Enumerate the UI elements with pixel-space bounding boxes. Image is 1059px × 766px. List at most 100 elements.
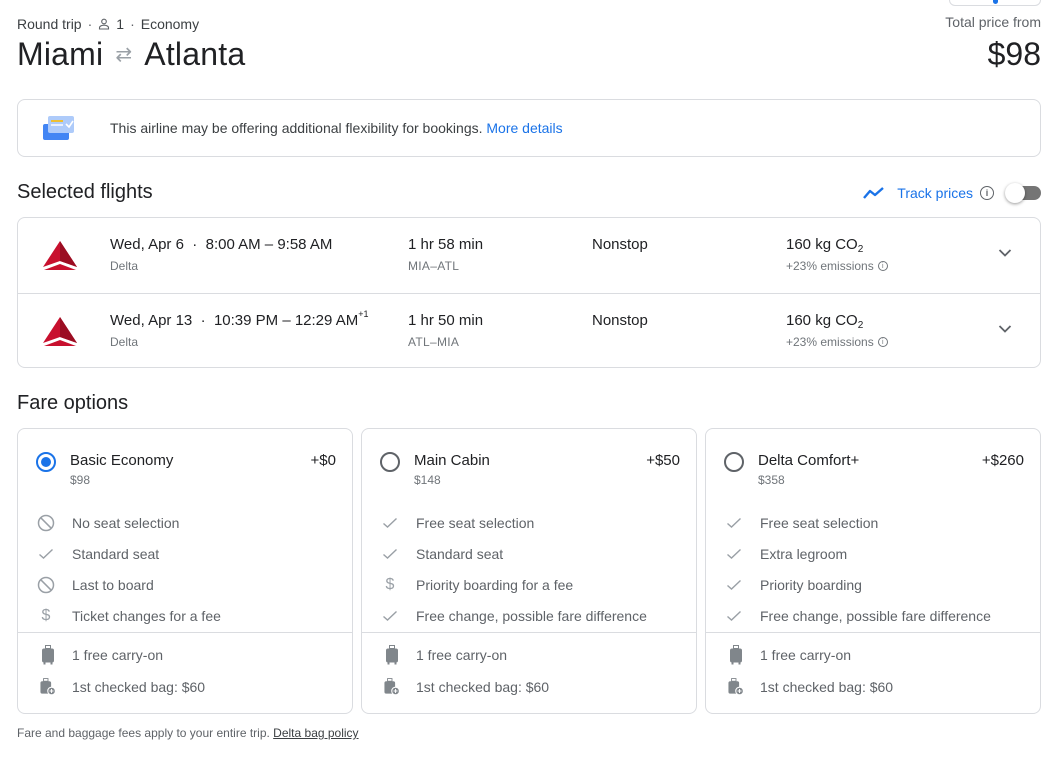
emissions-text: +23% emissions	[786, 259, 874, 273]
fare-options-title: Fare options	[17, 392, 129, 414]
flight-duration: 1 hr 50 min	[408, 312, 484, 329]
check-icon	[380, 610, 400, 622]
separator: ·	[87, 16, 93, 32]
total-price-block: Total price from $98	[945, 14, 1041, 73]
fare-radio-button[interactable]	[380, 452, 400, 472]
fare-name: Delta Comfort+	[758, 452, 860, 469]
fare-feature: Free change, possible fare difference	[724, 600, 991, 631]
route-title: Miami ⇄ Atlanta	[17, 36, 1041, 73]
fare-feature-text: Priority boarding	[760, 576, 862, 593]
flight-time: Wed, Apr 13 · 10:39 PM – 12:29 AM+1	[110, 309, 369, 329]
co2-subscript: 2	[857, 320, 864, 331]
fare-feature-text: Priority boarding for a fee	[416, 576, 574, 593]
track-prices-label[interactable]: Track prices	[897, 185, 973, 201]
flexibility-notice: This airline may be offering additional …	[17, 99, 1041, 157]
checked-bag-icon	[40, 677, 56, 697]
track-prices: Track prices i	[863, 182, 1041, 204]
fare-feature-text: Free seat selection	[760, 514, 879, 531]
trip-meta: Round trip · 1 · Economy	[17, 14, 1041, 34]
fare-feature-text: Extra legroom	[760, 545, 848, 562]
emissions-text: +23% emissions	[786, 335, 874, 349]
fare-feature-text: Free change, possible fare difference	[416, 607, 647, 624]
fare-feature-text: No seat selection	[72, 514, 180, 531]
trip-type: Round trip	[17, 16, 82, 32]
person-icon	[99, 18, 110, 30]
fare-price: $98	[70, 473, 91, 487]
fare-price: $148	[414, 473, 441, 487]
fare-radio-button[interactable]	[724, 452, 744, 472]
chevron-down-icon[interactable]	[998, 248, 1012, 258]
delta-logo-icon	[43, 241, 77, 270]
no-icon	[36, 514, 56, 532]
carry-on-icon	[384, 645, 400, 665]
notice-text: This airline may be offering additional …	[110, 120, 563, 136]
flight-row-outbound[interactable]: Wed, Apr 6 · 8:00 AM – 9:58 AM Delta 1 h…	[18, 218, 1040, 293]
selected-flights-list: Wed, Apr 6 · 8:00 AM – 9:58 AM Delta 1 h…	[17, 217, 1041, 368]
fare-price-difference: +$260	[981, 452, 1024, 469]
fare-features: No seat selection Standard seat Last to bo…	[36, 507, 221, 631]
check-icon	[724, 548, 744, 560]
baggage-text: 1st checked bag: $60	[72, 679, 206, 695]
baggage-list: 1 free carry-on 1st checked bag: $60	[40, 639, 205, 703]
flight-route: ATL–MIA	[408, 335, 460, 349]
fare-card[interactable]: Delta Comfort+ $358 +$260 Free seat sele…	[705, 428, 1041, 714]
button-icon	[993, 0, 998, 4]
check-icon	[724, 517, 744, 529]
bag-policy-link[interactable]: Delta bag policy	[273, 726, 358, 740]
info-icon[interactable]: i	[877, 337, 888, 347]
dollar-icon: $	[385, 575, 395, 593]
carry-on-icon	[40, 645, 56, 665]
delta-logo-icon	[43, 317, 77, 346]
flight-times: 8:00 AM – 9:58 AM	[205, 236, 333, 253]
baggage-list: 1 free carry-on 1st checked bag: $60	[728, 639, 893, 703]
fare-feature: Priority boarding	[724, 569, 991, 600]
info-icon[interactable]: i	[877, 261, 888, 271]
dollar-icon: $	[41, 606, 51, 624]
baggage-item: 1st checked bag: $60	[40, 671, 205, 703]
more-details-link[interactable]: More details	[486, 120, 562, 136]
total-price-label: Total price from	[945, 14, 1041, 30]
check-icon	[724, 579, 744, 591]
total-price: $98	[987, 36, 1041, 72]
checked-bag-icon	[728, 677, 744, 697]
emissions-info: +23% emissions i	[786, 335, 888, 349]
check-icon	[380, 517, 400, 529]
track-prices-toggle[interactable]	[1005, 183, 1041, 203]
swap-arrows-icon: ⇄	[115, 44, 133, 66]
footer-note: Fare and baggage fees apply to your enti…	[17, 726, 359, 740]
airline: Delta	[110, 335, 139, 349]
co2-amount: 160 kg CO	[786, 312, 858, 329]
carry-on-icon	[728, 645, 744, 665]
flight-row-return[interactable]: Wed, Apr 13 · 10:39 PM – 12:29 AM+1 Delt…	[18, 293, 1040, 368]
fare-price: $358	[758, 473, 785, 487]
fare-card[interactable]: Basic Economy $98 +$0 No seat selection S…	[17, 428, 353, 714]
top-action-button[interactable]	[949, 0, 1041, 6]
selected-flights-title: Selected flights	[17, 181, 153, 203]
day-offset: +1	[358, 309, 369, 319]
baggage-item: 1 free carry-on	[728, 639, 893, 671]
fare-feature-text: Free seat selection	[416, 514, 535, 531]
co2-subscript: 2	[857, 244, 864, 255]
baggage-text: 1st checked bag: $60	[760, 679, 894, 695]
fare-feature-text: Standard seat	[72, 545, 160, 562]
toggle-knob	[1005, 183, 1025, 203]
chevron-down-icon[interactable]	[998, 324, 1012, 334]
fare-price-difference: +$0	[310, 452, 336, 469]
trending-icon	[863, 187, 885, 199]
info-icon[interactable]: i	[980, 186, 994, 200]
co2-value: 160 kg CO2	[786, 312, 864, 331]
fare-feature: Standard seat	[380, 538, 647, 569]
fare-feature-text: Free change, possible fare difference	[760, 607, 991, 624]
emissions-info: +23% emissions i	[786, 259, 888, 273]
fare-card[interactable]: Main Cabin $148 +$50 Free seat selection…	[361, 428, 697, 714]
trip-header: Round trip · 1 · Economy Miami ⇄ Atlanta…	[17, 14, 1041, 74]
fare-features: Free seat selection Standard seat $ Priorit…	[380, 507, 647, 631]
check-icon	[724, 610, 744, 622]
fare-feature-text: Ticket changes for a fee	[72, 607, 221, 624]
check-icon	[380, 548, 400, 560]
fare-radio-button[interactable]	[36, 452, 56, 472]
baggage-item: 1st checked bag: $60	[728, 671, 893, 703]
fare-feature: Free seat selection	[724, 507, 991, 538]
baggage-text: 1 free carry-on	[760, 647, 852, 663]
check-icon	[36, 548, 56, 560]
